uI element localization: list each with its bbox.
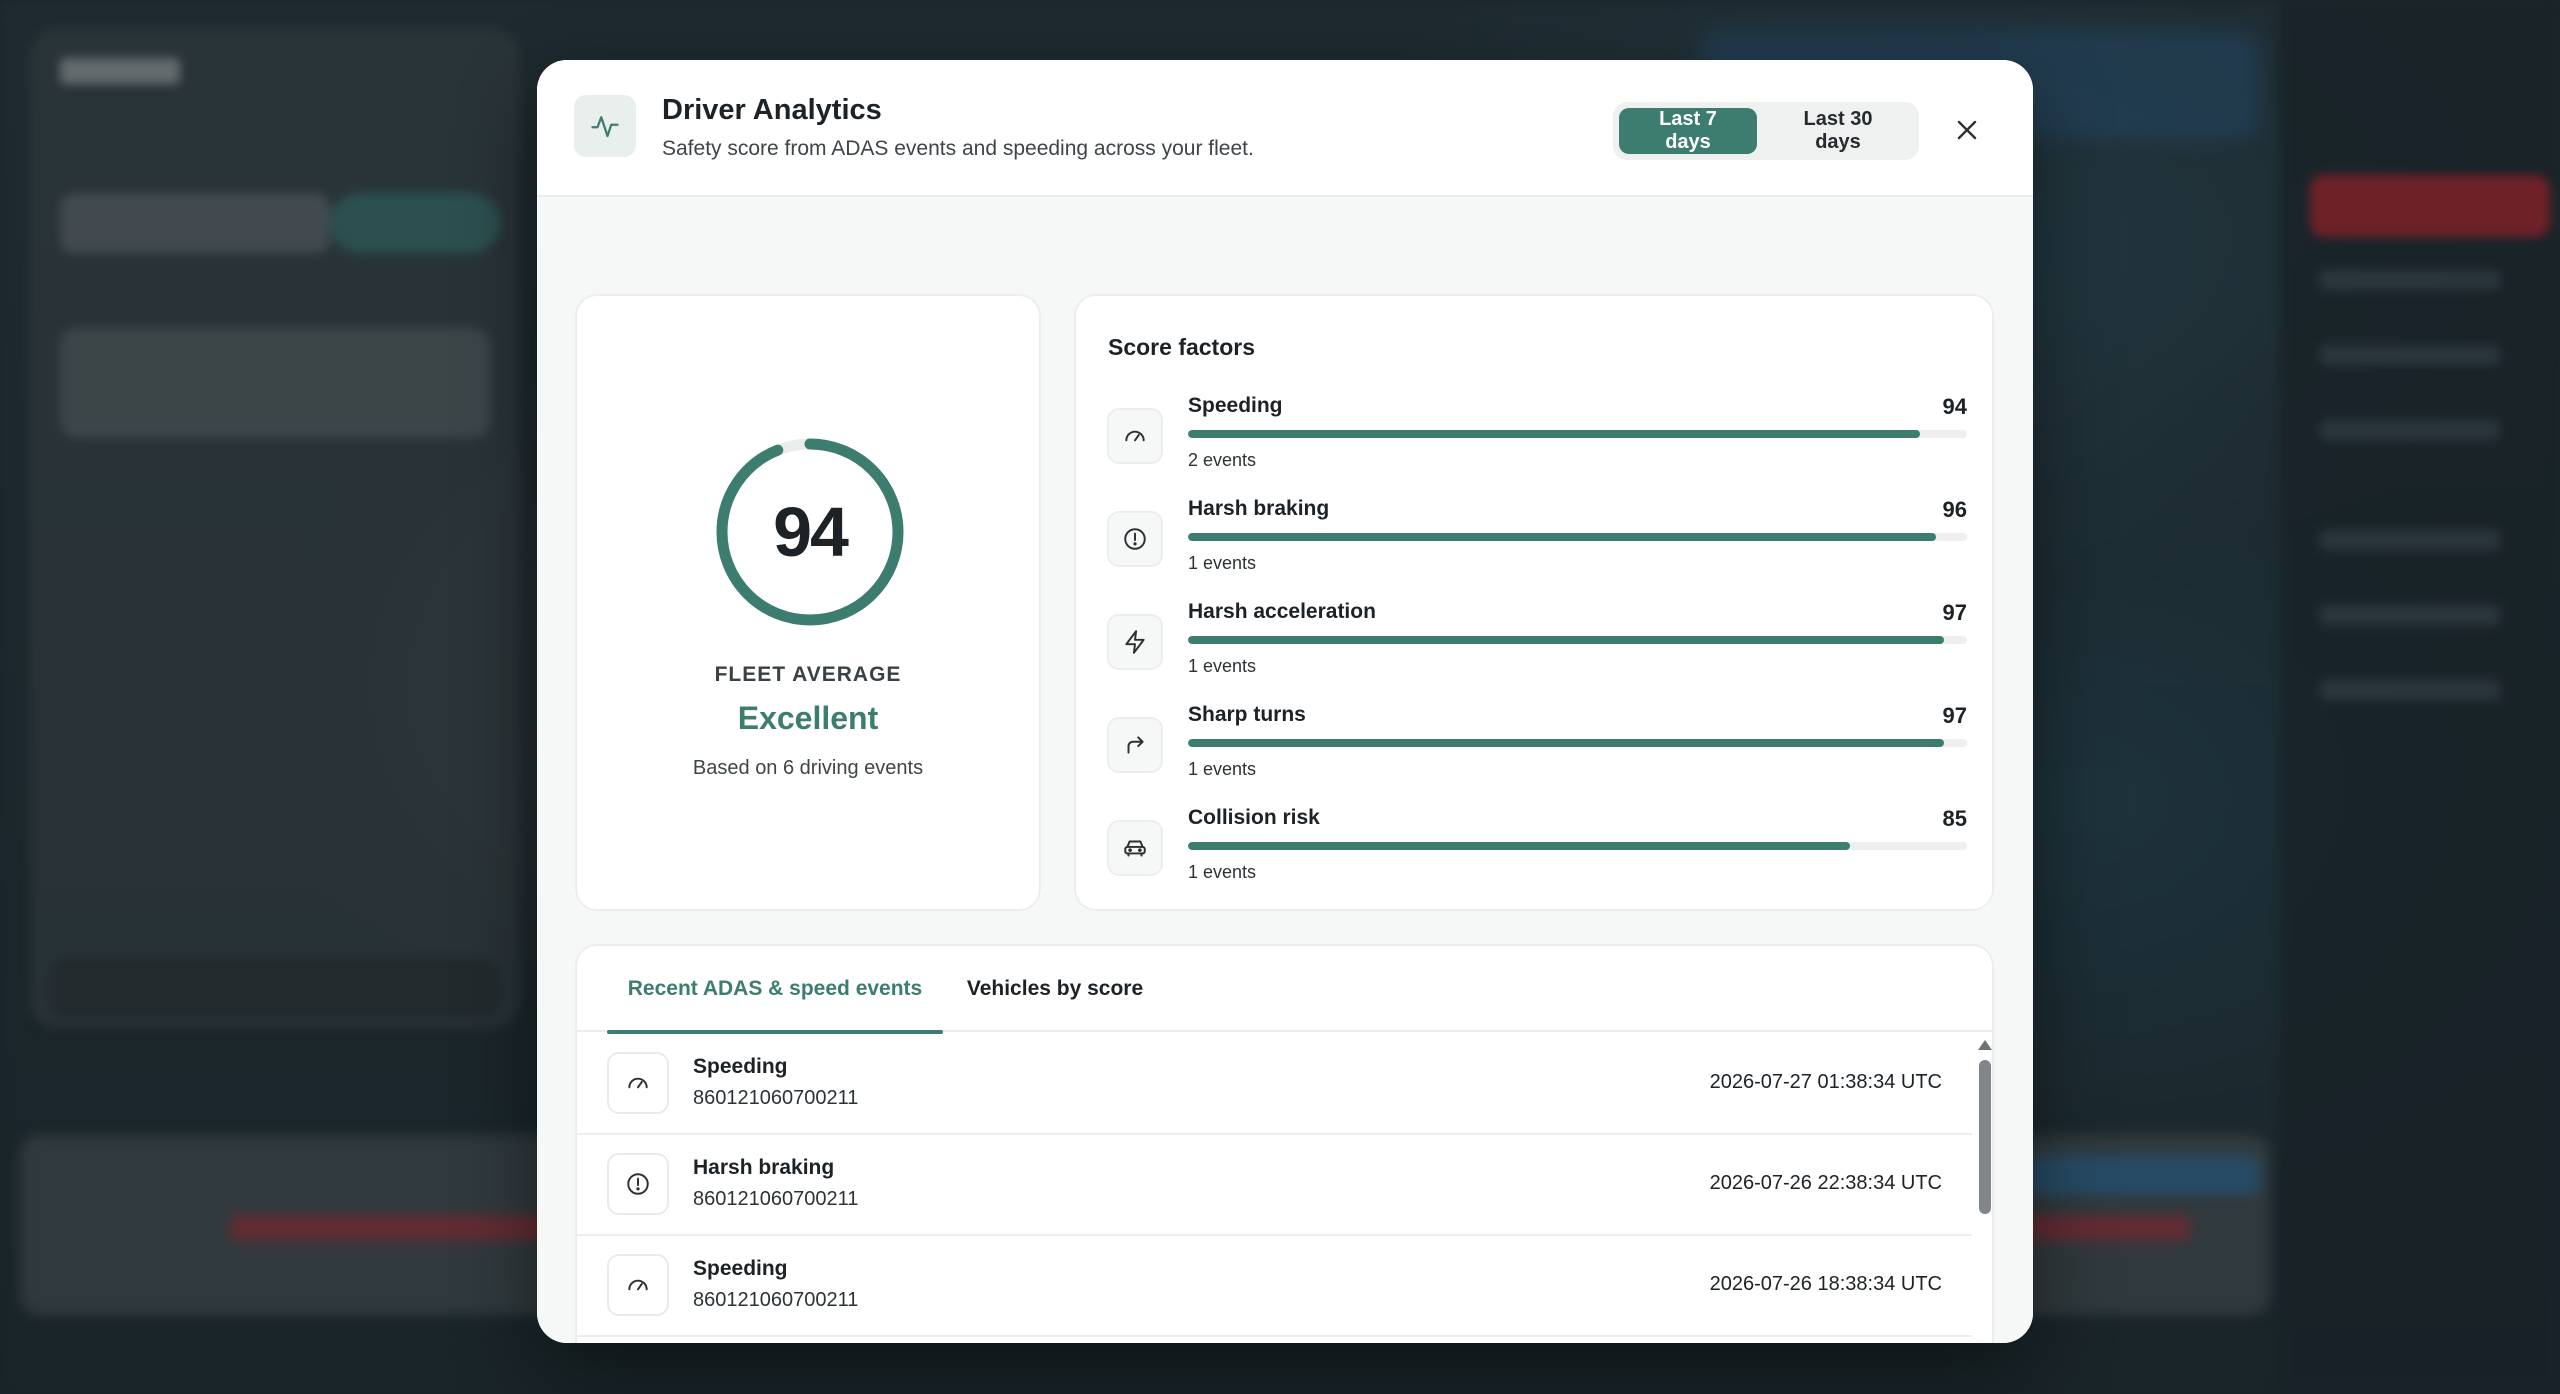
event-list-scrollbar[interactable]	[1974, 1034, 1992, 1343]
factor-collision-risk: Collision risk 85 1 events	[1107, 806, 1967, 896]
fleet-score-card: 94 FLEET AVERAGE Excellent Based on 6 dr…	[575, 294, 1041, 911]
factor-event-count: 1 events	[1188, 656, 1257, 676]
events-panel: Recent ADAS & speed events Vehicles by s…	[575, 944, 1994, 1343]
event-device-id: 860121060700211	[693, 1087, 859, 1109]
factor-name: Harsh acceleration	[1188, 600, 1376, 623]
event-device-id: 860121060700211	[693, 1188, 859, 1210]
date-range-toggle: Last 7 days Last 30 days	[1613, 102, 1919, 160]
activity-icon	[574, 95, 636, 157]
factor-speeding: Speeding 94 2 events	[1107, 394, 1967, 484]
event-timestamp: 2026-07-26 22:38:34 UTC	[1709, 1172, 1942, 1194]
speedometer-icon	[607, 1254, 669, 1316]
factor-score: 97	[1942, 600, 1967, 625]
event-timestamp: 2026-07-27 01:38:34 UTC	[1709, 1071, 1942, 1093]
speedometer-icon	[1107, 408, 1163, 464]
factor-progress-fill	[1188, 739, 1944, 747]
factor-event-count: 1 events	[1188, 759, 1257, 779]
factor-progress-track	[1188, 430, 1967, 438]
factor-name: Speeding	[1188, 394, 1283, 417]
factor-score: 85	[1942, 806, 1967, 831]
factor-name: Harsh braking	[1188, 497, 1330, 520]
alert-circle-icon	[607, 1153, 669, 1215]
speedometer-icon	[607, 1052, 669, 1114]
close-button[interactable]	[1947, 110, 1987, 150]
list-item[interactable]: Speeding 860121060700211 2026-07-27 01:3…	[577, 1034, 1972, 1135]
range-last-7-days-button[interactable]: Last 7 days	[1619, 108, 1757, 154]
turn-right-icon	[1107, 717, 1163, 773]
factor-progress-track	[1188, 636, 1967, 644]
factor-score: 96	[1942, 497, 1967, 522]
modal-header: Driver Analytics Safety score from ADAS …	[537, 60, 2033, 197]
score-factors-card: Score factors Speeding 94 2 events Harsh…	[1074, 294, 1994, 911]
factor-harsh-braking: Harsh braking 96 1 events	[1107, 497, 1967, 587]
event-timestamp: 2026-07-26 18:38:34 UTC	[1709, 1273, 1942, 1295]
factor-progress-fill	[1188, 842, 1851, 850]
tab-recent-events[interactable]: Recent ADAS & speed events	[607, 946, 943, 1034]
score-factors-title: Score factors	[1108, 334, 1256, 360]
factor-name: Sharp turns	[1188, 703, 1306, 726]
score-gauge: 94	[713, 435, 907, 629]
events-tabs: Recent ADAS & speed events Vehicles by s…	[577, 946, 1992, 1034]
factor-harsh-acceleration: Harsh acceleration 97 1 events	[1107, 600, 1967, 690]
factor-progress-fill	[1188, 533, 1936, 541]
list-item[interactable]: Harsh braking 860121060700211 2026-07-26…	[577, 1135, 1972, 1236]
event-type: Speeding	[693, 1055, 788, 1078]
factor-score: 94	[1942, 394, 1967, 419]
scroll-up-arrow[interactable]	[1978, 1040, 1992, 1050]
fleet-average-label: FLEET AVERAGE	[714, 663, 902, 686]
factor-sharp-turns: Sharp turns 97 1 events	[1107, 703, 1967, 793]
modal-title: Driver Analytics	[662, 94, 882, 126]
score-value: 94	[773, 493, 849, 571]
driver-analytics-modal: Driver Analytics Safety score from ADAS …	[537, 60, 2033, 1343]
factor-event-count: 1 events	[1188, 862, 1257, 882]
car-icon	[1107, 820, 1163, 876]
range-last-30-days-button[interactable]: Last 30 days	[1763, 108, 1913, 154]
factor-progress-track	[1188, 533, 1967, 541]
alert-circle-icon	[1107, 511, 1163, 567]
lightning-icon	[1107, 614, 1163, 670]
factor-progress-track	[1188, 842, 1967, 850]
factor-name: Collision risk	[1188, 806, 1320, 829]
modal-body: 94 FLEET AVERAGE Excellent Based on 6 dr…	[537, 197, 2033, 1343]
modal-subtitle: Safety score from ADAS events and speedi…	[662, 137, 1254, 160]
factor-event-count: 1 events	[1188, 553, 1257, 573]
scroll-thumb[interactable]	[1979, 1060, 1991, 1214]
factor-progress-fill	[1188, 636, 1944, 644]
fleet-based-on: Based on 6 driving events	[692, 757, 924, 779]
fleet-rating: Excellent	[737, 700, 879, 736]
factor-score: 97	[1942, 703, 1967, 728]
event-type: Speeding	[693, 1257, 788, 1280]
event-list[interactable]: Speeding 860121060700211 2026-07-27 01:3…	[577, 1034, 1972, 1343]
factor-progress-fill	[1188, 430, 1921, 438]
event-type: Harsh braking	[693, 1156, 835, 1179]
factor-event-count: 2 events	[1188, 450, 1257, 470]
close-icon	[1957, 120, 1977, 140]
list-item[interactable]: Speeding 860121060700211 2026-07-26 18:3…	[577, 1236, 1972, 1337]
factor-progress-track	[1188, 739, 1967, 747]
tab-vehicles-by-score[interactable]: Vehicles by score	[955, 946, 1155, 1032]
list-item[interactable]: Harsh acceleration	[577, 1337, 1972, 1343]
event-device-id: 860121060700211	[693, 1289, 859, 1311]
